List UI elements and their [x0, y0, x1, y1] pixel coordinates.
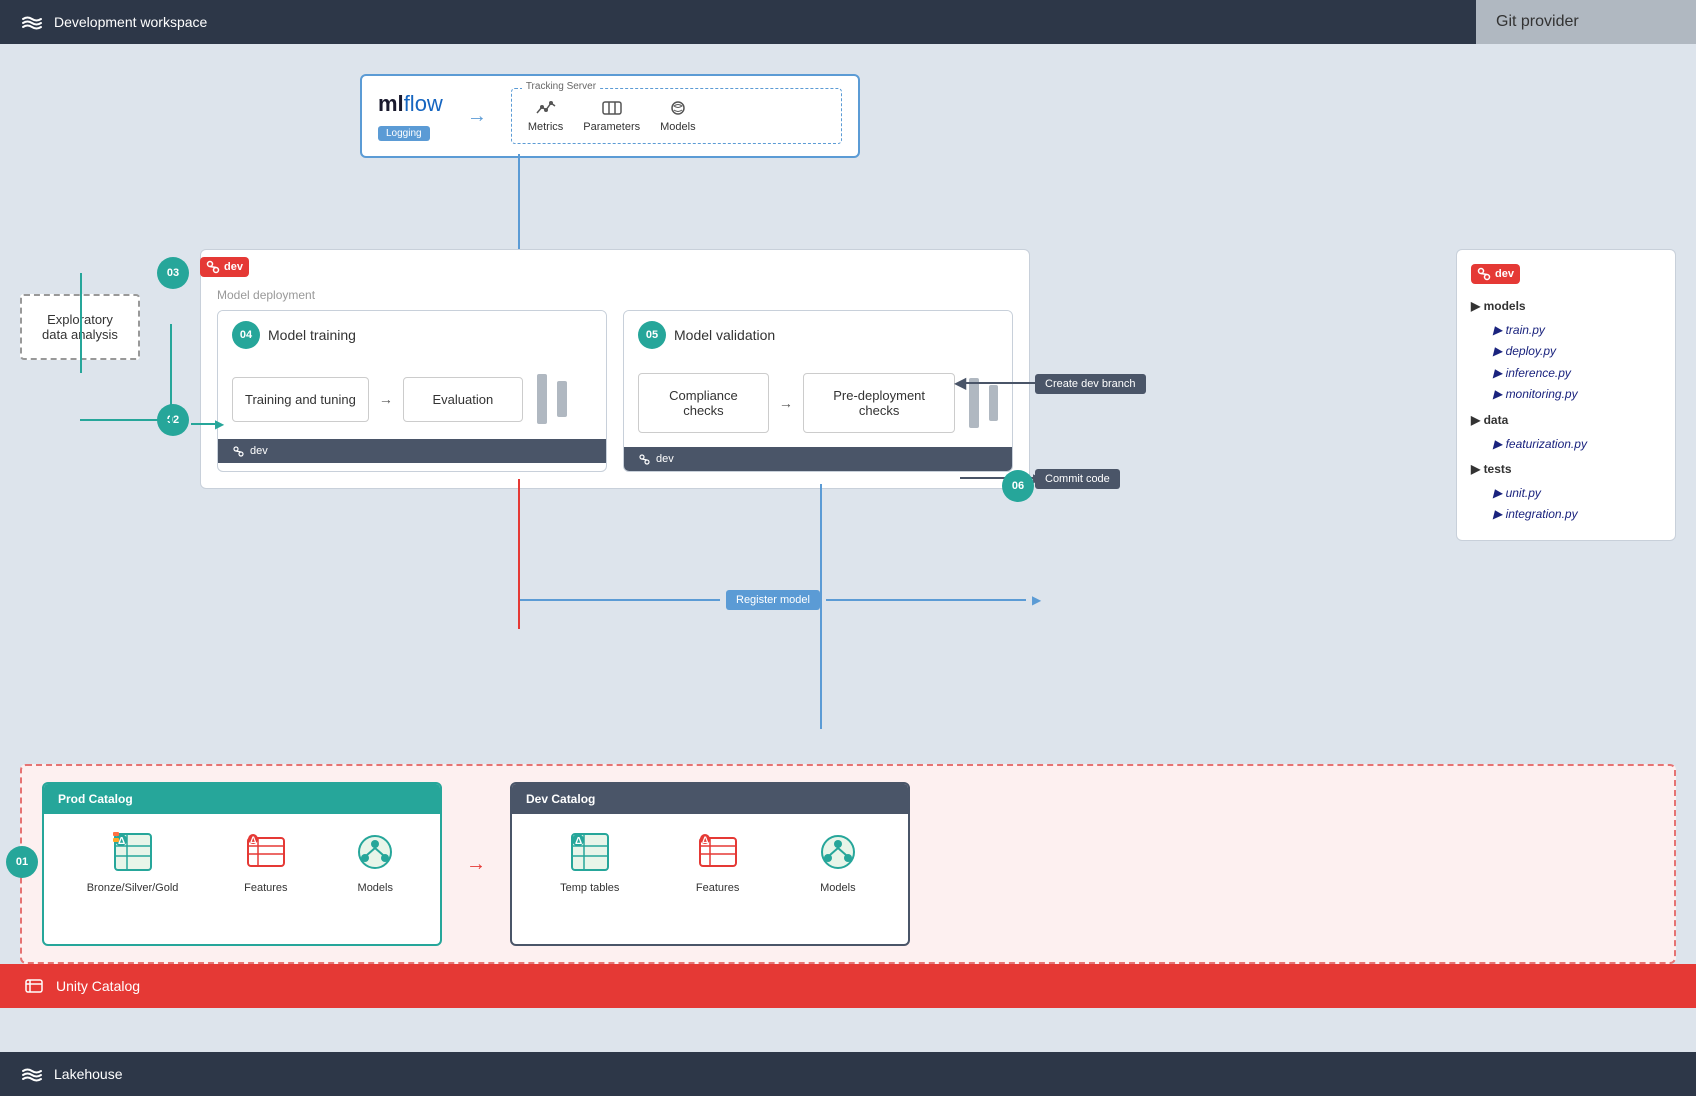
commit-code-btn[interactable]: Commit code [1035, 469, 1120, 489]
mlflow-section: mlflow Logging → Tracking Server Metrics… [300, 74, 820, 178]
svg-text:Δ: Δ [250, 835, 257, 845]
logging-badge: Logging [378, 126, 430, 141]
compliance-checks-box: Compliance checks [638, 373, 769, 433]
metrics-item: Metrics [528, 99, 563, 133]
prod-models-item: Models [353, 830, 397, 894]
catalog-container: 01 Prod Catalog Δ [20, 764, 1676, 964]
git-badge-right: dev [1471, 264, 1520, 284]
dev-catalog-header: Dev Catalog [512, 784, 908, 814]
eda-horiz-line [80, 419, 170, 421]
git-provider-label: Git provider [1496, 13, 1579, 31]
dev-catalog: Dev Catalog Δ Temp tables [510, 782, 910, 946]
tracking-server-label: Tracking Server [522, 81, 600, 92]
unity-catalog-label: Unity Catalog [56, 978, 140, 994]
file-tree: ▶ models ▶ train.py ▶ deploy.py ▶ infere… [1471, 296, 1661, 526]
top-bar: Development workspace Git provider [0, 0, 1696, 44]
step-01-circle: 01 [6, 846, 38, 878]
evaluation-box: Evaluation [403, 377, 523, 422]
step-06-circle: 06 [1002, 470, 1034, 502]
dev-models-item: Models [816, 830, 860, 894]
svg-text:Δ: Δ [575, 836, 582, 847]
bottom-bar-label: Lakehouse [54, 1066, 123, 1082]
dev-main-container: ... Model deployment 04 Model training T… [200, 249, 1030, 489]
svg-text:Δ: Δ [118, 836, 125, 847]
model-training-label: Model training [268, 327, 356, 343]
step-04-circle: 04 [232, 321, 260, 349]
register-model-btn[interactable]: Register model [726, 590, 820, 610]
prod-features-item: Δ Features [244, 830, 288, 894]
parameters-item: Parameters [583, 99, 640, 133]
bottom-bar: Lakehouse [0, 1052, 1696, 1096]
lakehouse-icon [20, 10, 44, 34]
left-vertical-green [170, 324, 172, 424]
unity-catalog-bar: Unity Catalog [0, 964, 1696, 1008]
validation-footer-badge: dev [656, 453, 674, 465]
catalog-arrow: → [466, 782, 486, 946]
bronze-silver-gold-item: Δ Bronze/Silver/Gold [87, 830, 179, 894]
training-footer-badge: dev [250, 445, 268, 457]
step-05-circle: 05 [638, 321, 666, 349]
bottom-lakehouse-icon [20, 1062, 44, 1086]
eda-up-line [80, 273, 82, 373]
arrow-validation: → [779, 395, 793, 411]
model-validation-label: Model validation [674, 327, 775, 343]
workspace-title: Development workspace [54, 14, 207, 30]
pre-deployment-box: Pre-deployment checks [803, 373, 955, 433]
register-model-area: Register model ▶ [520, 590, 1041, 610]
models-mlflow-item: Models [660, 99, 695, 133]
create-branch-btn[interactable]: Create dev branch [1035, 374, 1146, 394]
temp-tables-item: Δ Temp tables [560, 830, 619, 894]
mlflow-logo: mlflow [378, 91, 443, 117]
git-badge-left: dev [200, 257, 249, 277]
prod-catalog: Prod Catalog Δ [42, 782, 442, 946]
git-provider-header: Git provider [1476, 0, 1696, 44]
mlflow-vertical-line [518, 154, 520, 259]
blue-down-to-catalog [820, 604, 822, 729]
model-deployment-label: Model deployment [201, 284, 1029, 310]
step02-arrow: ▶ [191, 417, 224, 431]
step-03-circle: 03 [157, 257, 189, 289]
dev-features-item: Δ Features [696, 830, 740, 894]
git-provider-panel: dev ▶ models ▶ train.py ▶ deploy.py ▶ in… [1456, 249, 1676, 541]
svg-text:Δ: Δ [702, 835, 709, 845]
model-training-section: 04 Model training Training and tuning → … [217, 310, 607, 472]
branch-line: ◀ [960, 382, 1035, 384]
prod-catalog-header: Prod Catalog [44, 784, 440, 814]
blue-right-line [820, 484, 822, 604]
training-tuning-box: Training and tuning [232, 377, 369, 422]
arrow-training: → [379, 391, 393, 407]
unity-catalog-icon [24, 976, 44, 996]
